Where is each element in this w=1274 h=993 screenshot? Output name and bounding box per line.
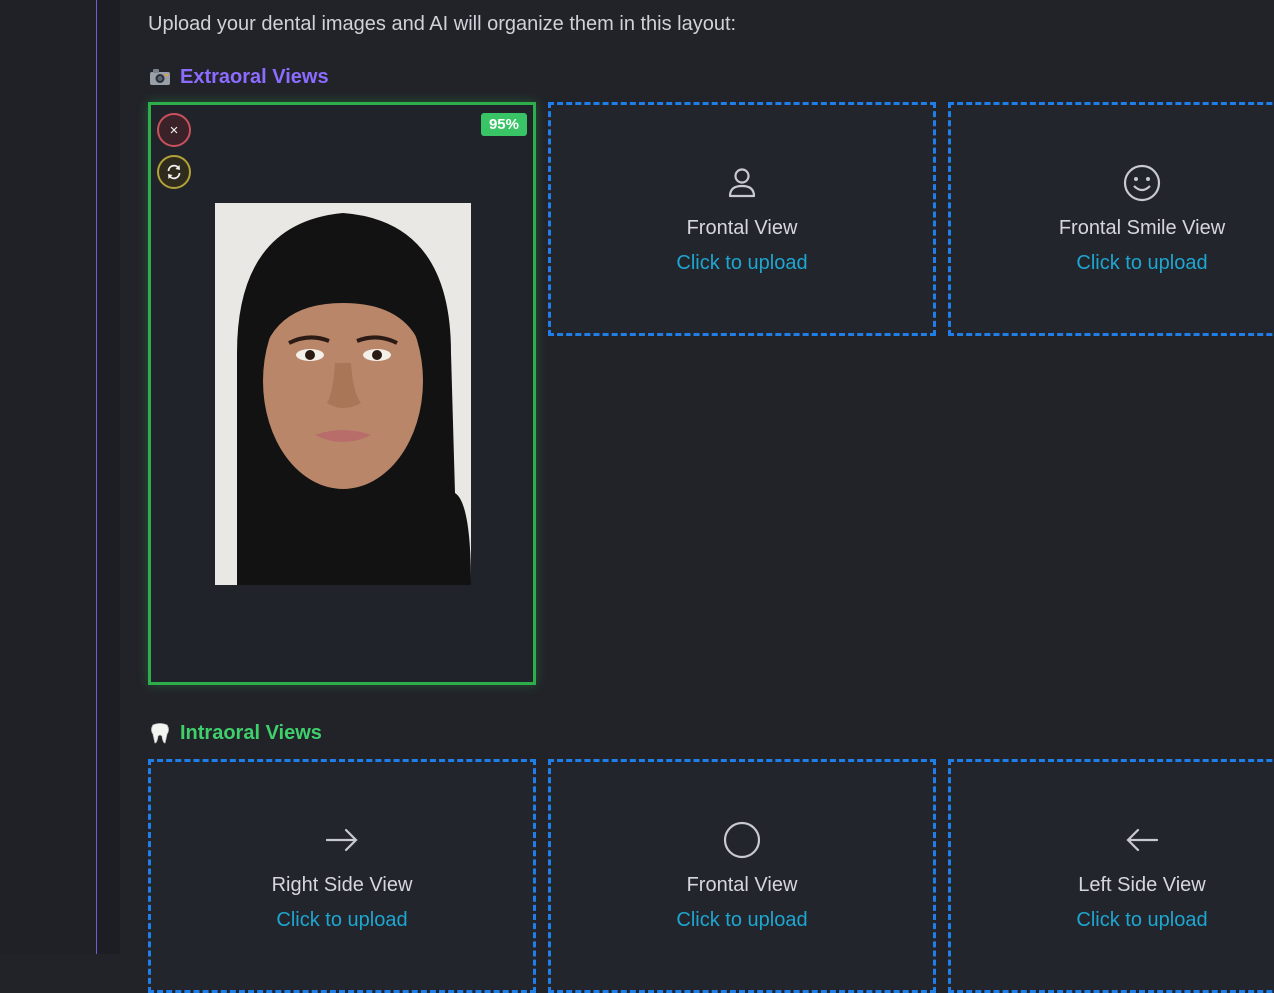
upload-slot-intraoral-frontal-view[interactable]: Frontal View Click to upload: [548, 759, 936, 993]
camera-icon: [148, 65, 172, 89]
intro-text: Upload your dental images and AI will or…: [148, 13, 737, 35]
left-sidebar: [0, 0, 97, 954]
upload-slot-label: Frontal Smile View: [1058, 217, 1226, 239]
click-to-upload-link[interactable]: Click to upload: [276, 909, 407, 932]
upload-slot-frontal-smile-view[interactable]: Frontal Smile View Click to upload: [948, 102, 1274, 336]
tooth-icon: [148, 721, 172, 745]
upload-slot-left-side-view[interactable]: Left Side View Click to upload: [948, 759, 1274, 993]
arrow-right-icon: [322, 820, 362, 860]
refresh-icon: [167, 164, 181, 180]
close-icon: ×: [169, 121, 179, 139]
extraoral-title-text: Extraoral Views: [180, 65, 329, 88]
extraoral-profile-card[interactable]: 95% ×: [148, 102, 536, 685]
upload-slot-label: Left Side View: [1078, 874, 1206, 896]
patient-face-photo: [215, 203, 471, 585]
upload-slot-frontal-view[interactable]: Frontal View Click to upload: [548, 102, 936, 336]
replace-image-button[interactable]: [157, 155, 191, 189]
arrow-left-icon: [1122, 820, 1162, 860]
intraoral-title-text: Intraoral Views: [180, 721, 322, 744]
circle-icon: [722, 820, 762, 860]
extraoral-section-title: Extraoral Views: [148, 65, 329, 89]
remove-image-button[interactable]: ×: [157, 113, 191, 147]
upload-slot-label: Right Side View: [271, 874, 413, 896]
click-to-upload-link[interactable]: Click to upload: [1076, 909, 1207, 932]
person-icon: [722, 163, 762, 203]
click-to-upload-link[interactable]: Click to upload: [676, 909, 807, 932]
confidence-badge: 95%: [480, 113, 527, 136]
upload-slot-label: Frontal View: [686, 217, 798, 239]
upload-slot-right-side-view[interactable]: Right Side View Click to upload: [148, 759, 536, 993]
click-to-upload-link[interactable]: Click to upload: [676, 252, 807, 275]
intraoral-section-title: Intraoral Views: [148, 721, 322, 745]
upload-slot-label: Frontal View: [686, 874, 798, 896]
click-to-upload-link[interactable]: Click to upload: [1076, 252, 1207, 275]
smile-icon: [1122, 163, 1162, 203]
content-gutter: [97, 0, 120, 954]
